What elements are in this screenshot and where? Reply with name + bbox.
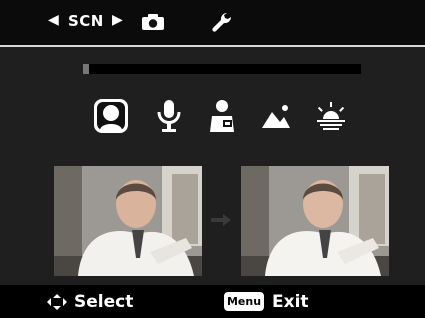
after-preview (241, 166, 389, 276)
businessman-scene-icon[interactable] (204, 98, 240, 134)
portrait-scene-icon[interactable] (93, 98, 129, 134)
progress-bar (83, 64, 361, 74)
nav-left-arrow-icon[interactable]: ◀ (48, 12, 59, 28)
landscape-scene-icon[interactable] (258, 98, 294, 134)
microphone-scene-icon[interactable] (151, 98, 187, 134)
scene-selector (0, 98, 425, 138)
select-hint: Select (74, 292, 134, 312)
four-way-arrows-icon (47, 294, 67, 310)
mode-label: SCN (68, 12, 104, 30)
before-preview (54, 166, 202, 276)
sunset-scene-icon[interactable] (313, 98, 349, 134)
exit-hint: Exit (272, 292, 309, 312)
progress-fill (83, 64, 89, 74)
top-divider (0, 45, 425, 47)
nav-right-arrow-icon[interactable]: ▶ (112, 12, 123, 28)
arrow-right-icon (211, 214, 231, 226)
camera-icon[interactable] (141, 13, 165, 31)
menu-button[interactable]: Menu (224, 292, 264, 311)
wrench-icon[interactable] (210, 10, 236, 34)
